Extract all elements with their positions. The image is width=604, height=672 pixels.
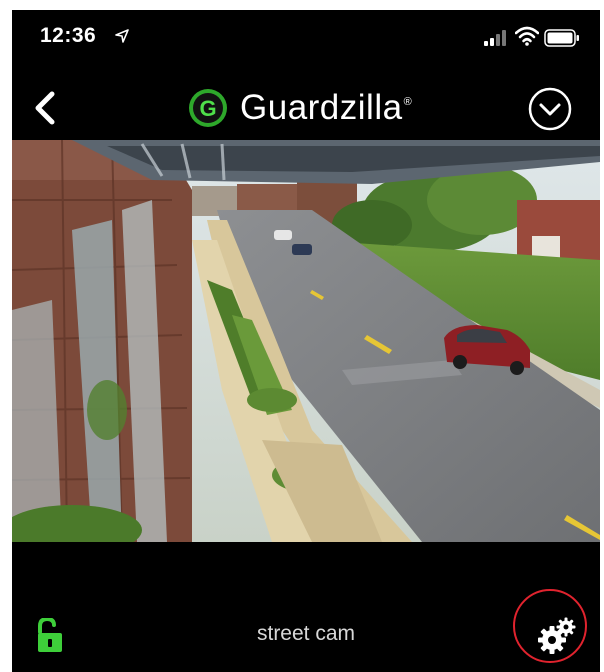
back-button[interactable] xyxy=(28,88,64,128)
bottom-bar: street cam xyxy=(12,542,600,672)
status-time: 12:36 xyxy=(40,24,97,47)
battery-icon xyxy=(544,29,579,47)
location-arrow-icon xyxy=(115,29,129,43)
phone-screen: 12:36 G Guardzilla ® street cam xyxy=(12,10,600,672)
status-bar: 12:36 xyxy=(12,10,600,62)
brand: G Guardzilla ® xyxy=(188,86,412,130)
guardzilla-logo-icon: G xyxy=(189,89,227,127)
camera-feed[interactable] xyxy=(12,140,600,542)
signal-bars-icon xyxy=(484,30,506,46)
nav-bar: G Guardzilla ® xyxy=(12,74,600,140)
camera-feed-image xyxy=(12,140,600,542)
gears-icon[interactable] xyxy=(534,616,578,656)
chevron-down-circle-icon[interactable] xyxy=(527,86,573,132)
brand-registered-mark: ® xyxy=(403,96,412,108)
svg-text:G: G xyxy=(199,96,216,121)
camera-name-label: street cam xyxy=(256,622,356,645)
brand-name: Guardzilla xyxy=(240,88,403,127)
wifi-icon xyxy=(515,26,539,46)
